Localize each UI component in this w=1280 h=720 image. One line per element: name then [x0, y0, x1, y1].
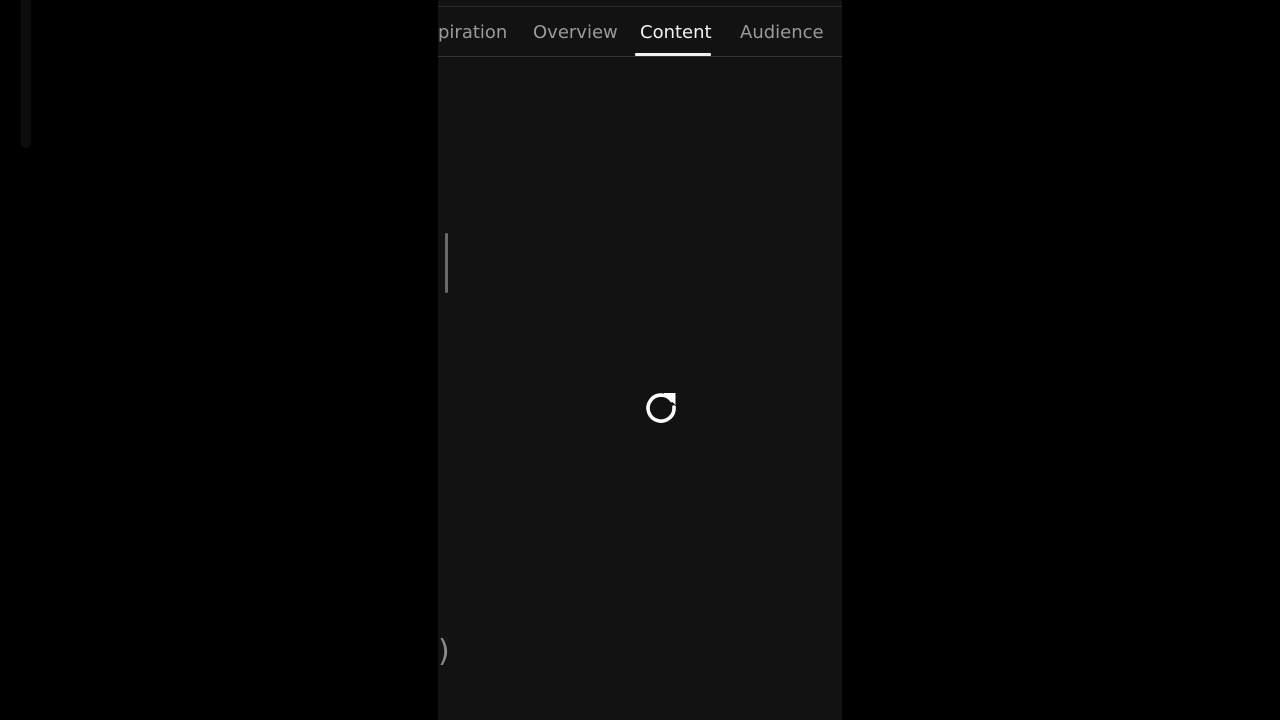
drag-handle[interactable] [445, 233, 448, 293]
tab-overview[interactable]: Overview [533, 21, 618, 45]
left-scrollbar-ghost [21, 0, 31, 148]
tab-inspiration[interactable]: piration [438, 21, 507, 45]
video-frame: piration Overview Content Audience ) [0, 0, 1280, 720]
edge-text-fragment: ) [438, 634, 450, 669]
active-tab-indicator [635, 53, 711, 56]
phone-screen: piration Overview Content Audience ) [438, 0, 842, 720]
tab-bar: piration Overview Content Audience [438, 7, 842, 57]
tab-audience[interactable]: Audience [740, 21, 824, 45]
refresh-icon[interactable] [643, 389, 679, 425]
tab-content[interactable]: Content [640, 21, 712, 45]
